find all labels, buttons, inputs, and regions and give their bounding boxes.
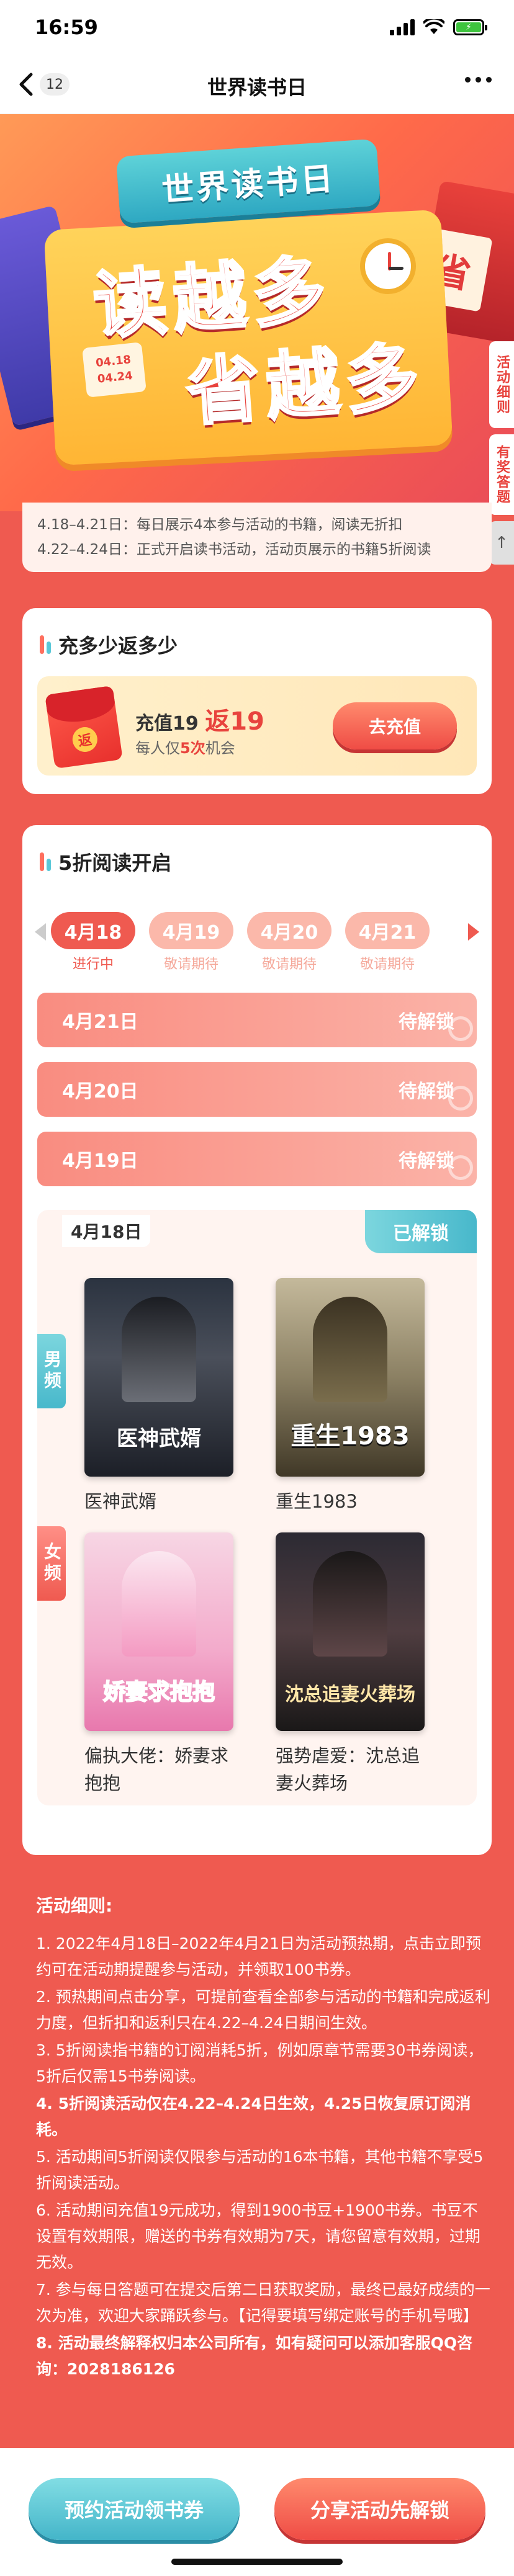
rule-item: 1. 2022年4月18日–2022年4月21日为活动预热期，点击立即预约可在活… xyxy=(36,1934,481,1979)
book-item[interactable]: 医神武婿 医神武婿 xyxy=(84,1278,240,1515)
cashback-card: 充多少返多少 返 充值19 返19 每人仅5次机会 去充值 xyxy=(22,608,492,794)
intro-line: 4.18–4.21日：每日展示4本参与活动的书籍，阅读无折扣 xyxy=(37,517,403,533)
packet-char: 返 xyxy=(71,725,99,754)
recharge-button[interactable]: 去充值 xyxy=(333,702,457,749)
section-title: 充多少返多少 xyxy=(40,630,178,659)
date-range-badge: 04.18 04.24 xyxy=(82,342,147,398)
category-female: 女频 xyxy=(37,1526,66,1601)
cover-title: 医神武婿 xyxy=(117,1426,201,1451)
rule-item: 4. 5折阅读活动仅在4.22–4.24日生效，4.25日恢复原订阅消耗。 xyxy=(36,2095,471,2139)
cashback-limit: 每人仅5次机会 xyxy=(135,740,235,757)
lock-ring-icon xyxy=(448,1086,473,1111)
rules-section: 活动细则: 1. 2022年4月18日–2022年4月21日为活动预热期，点击立… xyxy=(22,1892,492,2384)
arrow-left-icon[interactable] xyxy=(35,923,46,941)
date-tabs: 4月18 进行中 4月19 敬请期待 4月20 敬请期待 4月21 敬请期待 xyxy=(35,912,479,972)
rules-title: 活动细则: xyxy=(36,1895,113,1916)
rules-list: 1. 2022年4月18日–2022年4月21日为活动预热期，点击立即预约可在活… xyxy=(22,1931,492,2382)
rule-item: 2. 预热期间点击分享，可提前查看全部参与活动的书籍和完成返利力度，但折扣和返利… xyxy=(36,1988,490,2032)
status-bar: 16:59 ⚡ xyxy=(0,0,514,55)
tab-date[interactable]: 4月20 敬请期待 xyxy=(247,912,331,973)
scroll-top-button[interactable]: ↑ xyxy=(489,521,514,565)
side-tab-rules[interactable]: 活动细则 xyxy=(489,341,514,428)
locked-day-row[interactable]: 4月20日 待解锁 xyxy=(37,1062,477,1117)
clock-icon xyxy=(360,238,416,294)
wifi-icon xyxy=(423,19,444,34)
lock-status: 待解锁 xyxy=(399,1081,454,1102)
tab-date[interactable]: 4月21 敬请期待 xyxy=(345,912,430,973)
status-icons: ⚡ xyxy=(390,19,487,35)
cashback-offer: 返 充值19 返19 每人仅5次机会 去充值 xyxy=(37,676,477,776)
signal-icon xyxy=(390,19,415,35)
locked-day-row[interactable]: 4月21日 待解锁 xyxy=(37,993,477,1047)
section-title: 5折阅读开启 xyxy=(40,847,171,876)
share-button[interactable]: 分享活动先解锁 xyxy=(274,2478,485,2540)
locked-day-row[interactable]: 4月19日 待解锁 xyxy=(37,1132,477,1186)
rule-item: 3. 5折阅读指书籍的订阅消耗5折，例如原章节需要30书券阅读，5折后仅需15书… xyxy=(36,2041,484,2085)
book-title: 医神武婿 xyxy=(84,1491,157,1512)
event-title-ribbon: 世界读书日 xyxy=(115,138,381,224)
category-male: 男频 xyxy=(37,1334,66,1408)
book-title: 重生1983 xyxy=(276,1491,358,1512)
tab-date[interactable]: 4月18 进行中 xyxy=(51,912,135,973)
intro-line: 4.22–4.24日：正式开启读书活动，活动页展示的书籍5折阅读 xyxy=(37,542,431,558)
reserve-button[interactable]: 预约活动领书券 xyxy=(29,2478,240,2540)
section-bar-icon xyxy=(40,852,51,871)
arrow-right-icon[interactable] xyxy=(468,923,479,941)
book-cover: 娇妻求抱抱 xyxy=(84,1532,233,1731)
book-title: 偏执大佬：娇妻求抱抱 xyxy=(84,1745,229,1794)
book-cover: 重生1983 xyxy=(276,1278,425,1477)
lock-status: 待解锁 xyxy=(399,1011,454,1033)
cashback-headline: 充值19 返19 xyxy=(135,707,264,736)
unlocked-date: 4月18日 xyxy=(62,1215,151,1247)
tab-date[interactable]: 4月19 敬请期待 xyxy=(149,912,233,973)
unlocked-day-panel: 4月18日 已解锁 男频 女频 医神武婿 医神武婿 重生1983 重生1983 … xyxy=(37,1210,477,1805)
book-item[interactable]: 沈总追妻火葬场 强势虐爱：沈总追妻火葬场 xyxy=(276,1532,431,1797)
event-title: 世界读书日 xyxy=(160,159,337,210)
section-bar-icon xyxy=(40,635,51,654)
battery-charging-icon: ⚡ xyxy=(453,19,487,35)
cover-title: 沈总追妻火葬场 xyxy=(285,1684,415,1706)
cover-title: 娇妻求抱抱 xyxy=(102,1679,215,1706)
bottom-action-bar: 预约活动领书券 分享活动先解锁 xyxy=(0,2448,514,2576)
unlocked-badge: 已解锁 xyxy=(365,1210,477,1253)
book-cover: 医神武婿 xyxy=(84,1278,233,1477)
lock-ring-icon xyxy=(448,1016,473,1041)
status-time: 16:59 xyxy=(35,16,98,39)
rule-item: 7. 参与每日答题可在提交后第二日获取奖励，最终已最好成绩的一次为准，欢迎大家踊… xyxy=(36,2281,490,2325)
discount-card: 5折阅读开启 4月18 进行中 4月19 敬请期待 4月20 敬请期待 4月21… xyxy=(22,825,492,1855)
more-menu-icon[interactable] xyxy=(465,77,492,83)
page-title: 世界读书日 xyxy=(207,76,307,99)
lock-status: 待解锁 xyxy=(399,1150,454,1172)
book-cover: 沈总追妻火葬场 xyxy=(276,1532,425,1731)
home-indicator xyxy=(171,2559,343,2565)
date-end: 04.24 xyxy=(96,369,133,386)
red-packet-icon: 返 xyxy=(45,685,123,769)
rule-item: 5. 活动期间5折阅读仅限参与活动的16本书籍，其他书籍不享受5折阅读活动。 xyxy=(36,2148,484,2192)
book-item[interactable]: 重生1983 重生1983 xyxy=(276,1278,431,1515)
hero-banner: 省 世界读书日 读越多 省越多 xyxy=(0,114,514,511)
side-tab-quiz[interactable]: 有奖答题 xyxy=(489,434,514,515)
rule-item: 6. 活动期间充值19元成功，得到1900书豆+1900书券。书豆不设置有效期限… xyxy=(36,2201,480,2271)
cover-title: 重生1983 xyxy=(291,1422,410,1451)
book-title: 强势虐爱：沈总追妻火葬场 xyxy=(276,1745,420,1794)
headline-save-more: 省越多 xyxy=(183,333,429,437)
rule-item: 8. 活动最终解释权归本公司所有，如有疑问可以添加客服QQ咨询：20281861… xyxy=(36,2334,473,2378)
book-item[interactable]: 娇妻求抱抱 偏执大佬：娇妻求抱抱 xyxy=(84,1532,240,1797)
lock-ring-icon xyxy=(448,1155,473,1180)
nav-bar: 12 世界读书日 xyxy=(0,55,514,114)
intro-notice: 4.18–4.21日：每日展示4本参与活动的书籍，阅读无折扣 4.22–4.24… xyxy=(22,503,492,572)
